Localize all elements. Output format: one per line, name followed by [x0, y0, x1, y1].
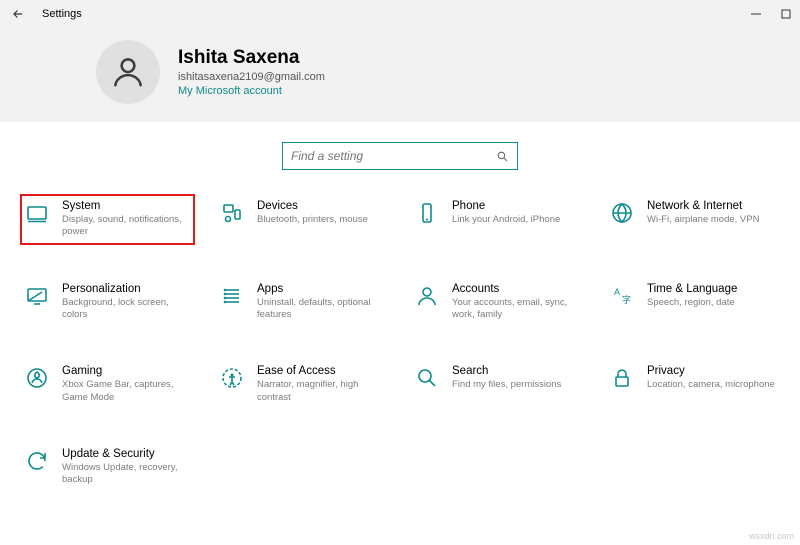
tile-title: Accounts — [452, 283, 581, 295]
arrow-left-icon — [11, 7, 25, 21]
search-box[interactable] — [282, 142, 518, 170]
microsoft-account-link[interactable]: My Microsoft account — [178, 85, 325, 97]
settings-grid: System Display, sound, notifications, po… — [0, 194, 800, 493]
tile-title: Devices — [257, 200, 386, 212]
tile-title: Ease of Access — [257, 365, 386, 377]
search-icon — [496, 150, 509, 163]
svg-text:A: A — [614, 287, 620, 297]
tile-gaming[interactable]: Gaming Xbox Game Bar, captures, Game Mod… — [20, 359, 195, 410]
tile-title: Personalization — [62, 283, 191, 295]
tile-title: Update & Security — [62, 448, 191, 460]
user-email: ishitasaxena2109@gmail.com — [178, 71, 325, 83]
tile-desc: Narrator, magnifier, high contrast — [257, 379, 386, 404]
devices-icon — [219, 200, 245, 226]
system-icon — [24, 200, 50, 226]
lock-icon — [609, 365, 635, 391]
user-header: Ishita Saxena ishitasaxena2109@gmail.com… — [0, 28, 800, 122]
tile-desc: Display, sound, notifications, power — [62, 214, 191, 239]
back-button[interactable] — [8, 4, 28, 24]
svg-text:字: 字 — [622, 294, 631, 305]
tile-ease-of-access[interactable]: Ease of Access Narrator, magnifier, high… — [215, 359, 390, 410]
tile-desc: Speech, region, date — [647, 297, 776, 309]
tile-title: Gaming — [62, 365, 191, 377]
tile-title: Time & Language — [647, 283, 776, 295]
tile-desc: Xbox Game Bar, captures, Game Mode — [62, 379, 191, 404]
tile-system[interactable]: System Display, sound, notifications, po… — [20, 194, 195, 245]
tile-apps[interactable]: Apps Uninstall, defaults, optional featu… — [215, 277, 390, 328]
tile-update-security[interactable]: Update & Security Windows Update, recove… — [20, 442, 195, 493]
apps-icon — [219, 283, 245, 309]
tile-devices[interactable]: Devices Bluetooth, printers, mouse — [215, 194, 390, 245]
tile-desc: Location, camera, microphone — [647, 379, 776, 391]
tile-network[interactable]: Network & Internet Wi-Fi, airplane mode,… — [605, 194, 780, 245]
window-title: Settings — [42, 8, 82, 20]
window-controls — [750, 8, 792, 20]
phone-icon — [414, 200, 440, 226]
search-tile-icon — [414, 365, 440, 391]
time-language-icon: A字 — [609, 283, 635, 309]
minimize-icon — [751, 9, 761, 19]
maximize-icon — [781, 9, 791, 19]
minimize-button[interactable] — [750, 8, 762, 20]
globe-icon — [609, 200, 635, 226]
tile-desc: Find my files, permissions — [452, 379, 581, 391]
search-wrap — [0, 142, 800, 170]
search-input[interactable] — [291, 149, 496, 163]
tile-title: Search — [452, 365, 581, 377]
ease-of-access-icon — [219, 365, 245, 391]
tile-desc: Bluetooth, printers, mouse — [257, 214, 386, 226]
personalization-icon — [24, 283, 50, 309]
watermark: wsxdn.com — [749, 531, 794, 541]
titlebar: Settings — [0, 0, 800, 28]
update-icon — [24, 448, 50, 474]
tile-desc: Your accounts, email, sync, work, family — [452, 297, 581, 322]
tile-desc: Background, lock screen, colors — [62, 297, 191, 322]
accounts-icon — [414, 283, 440, 309]
tile-desc: Link your Android, iPhone — [452, 214, 581, 226]
tile-title: Apps — [257, 283, 386, 295]
maximize-button[interactable] — [780, 8, 792, 20]
tile-privacy[interactable]: Privacy Location, camera, microphone — [605, 359, 780, 410]
tile-title: Phone — [452, 200, 581, 212]
person-icon — [109, 53, 147, 91]
tile-desc: Uninstall, defaults, optional features — [257, 297, 386, 322]
tile-personalization[interactable]: Personalization Background, lock screen,… — [20, 277, 195, 328]
tile-title: Privacy — [647, 365, 776, 377]
tile-accounts[interactable]: Accounts Your accounts, email, sync, wor… — [410, 277, 585, 328]
tile-search[interactable]: Search Find my files, permissions — [410, 359, 585, 410]
tile-title: System — [62, 200, 191, 212]
user-info: Ishita Saxena ishitasaxena2109@gmail.com… — [178, 47, 325, 97]
gaming-icon — [24, 365, 50, 391]
tile-desc: Wi-Fi, airplane mode, VPN — [647, 214, 776, 226]
tile-desc: Windows Update, recovery, backup — [62, 462, 191, 487]
avatar — [96, 40, 160, 104]
tile-phone[interactable]: Phone Link your Android, iPhone — [410, 194, 585, 245]
tile-title: Network & Internet — [647, 200, 776, 212]
tile-time-language[interactable]: A字 Time & Language Speech, region, date — [605, 277, 780, 328]
user-name: Ishita Saxena — [178, 47, 325, 69]
